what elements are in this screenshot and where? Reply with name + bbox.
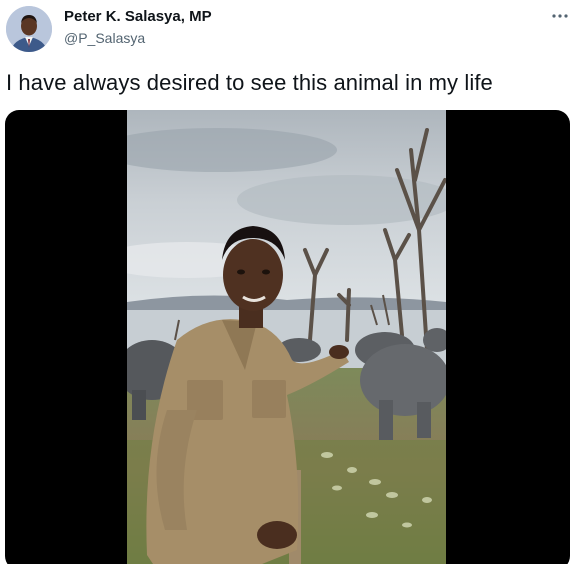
tweet-video[interactable]: [5, 110, 570, 564]
author-handle[interactable]: @P_Salasya: [64, 30, 145, 46]
more-options-button[interactable]: [548, 6, 572, 26]
tweet-card: Peter K. Salasya, MP @P_Salasya I have a…: [0, 0, 583, 564]
avatar[interactable]: [6, 6, 52, 52]
video-frame: [127, 110, 446, 564]
more-horizontal-icon: [552, 14, 568, 18]
author-name[interactable]: Peter K. Salasya, MP: [64, 8, 212, 25]
tweet-text: I have always desired to see this animal…: [6, 70, 493, 95]
avatar-image: [6, 6, 52, 52]
